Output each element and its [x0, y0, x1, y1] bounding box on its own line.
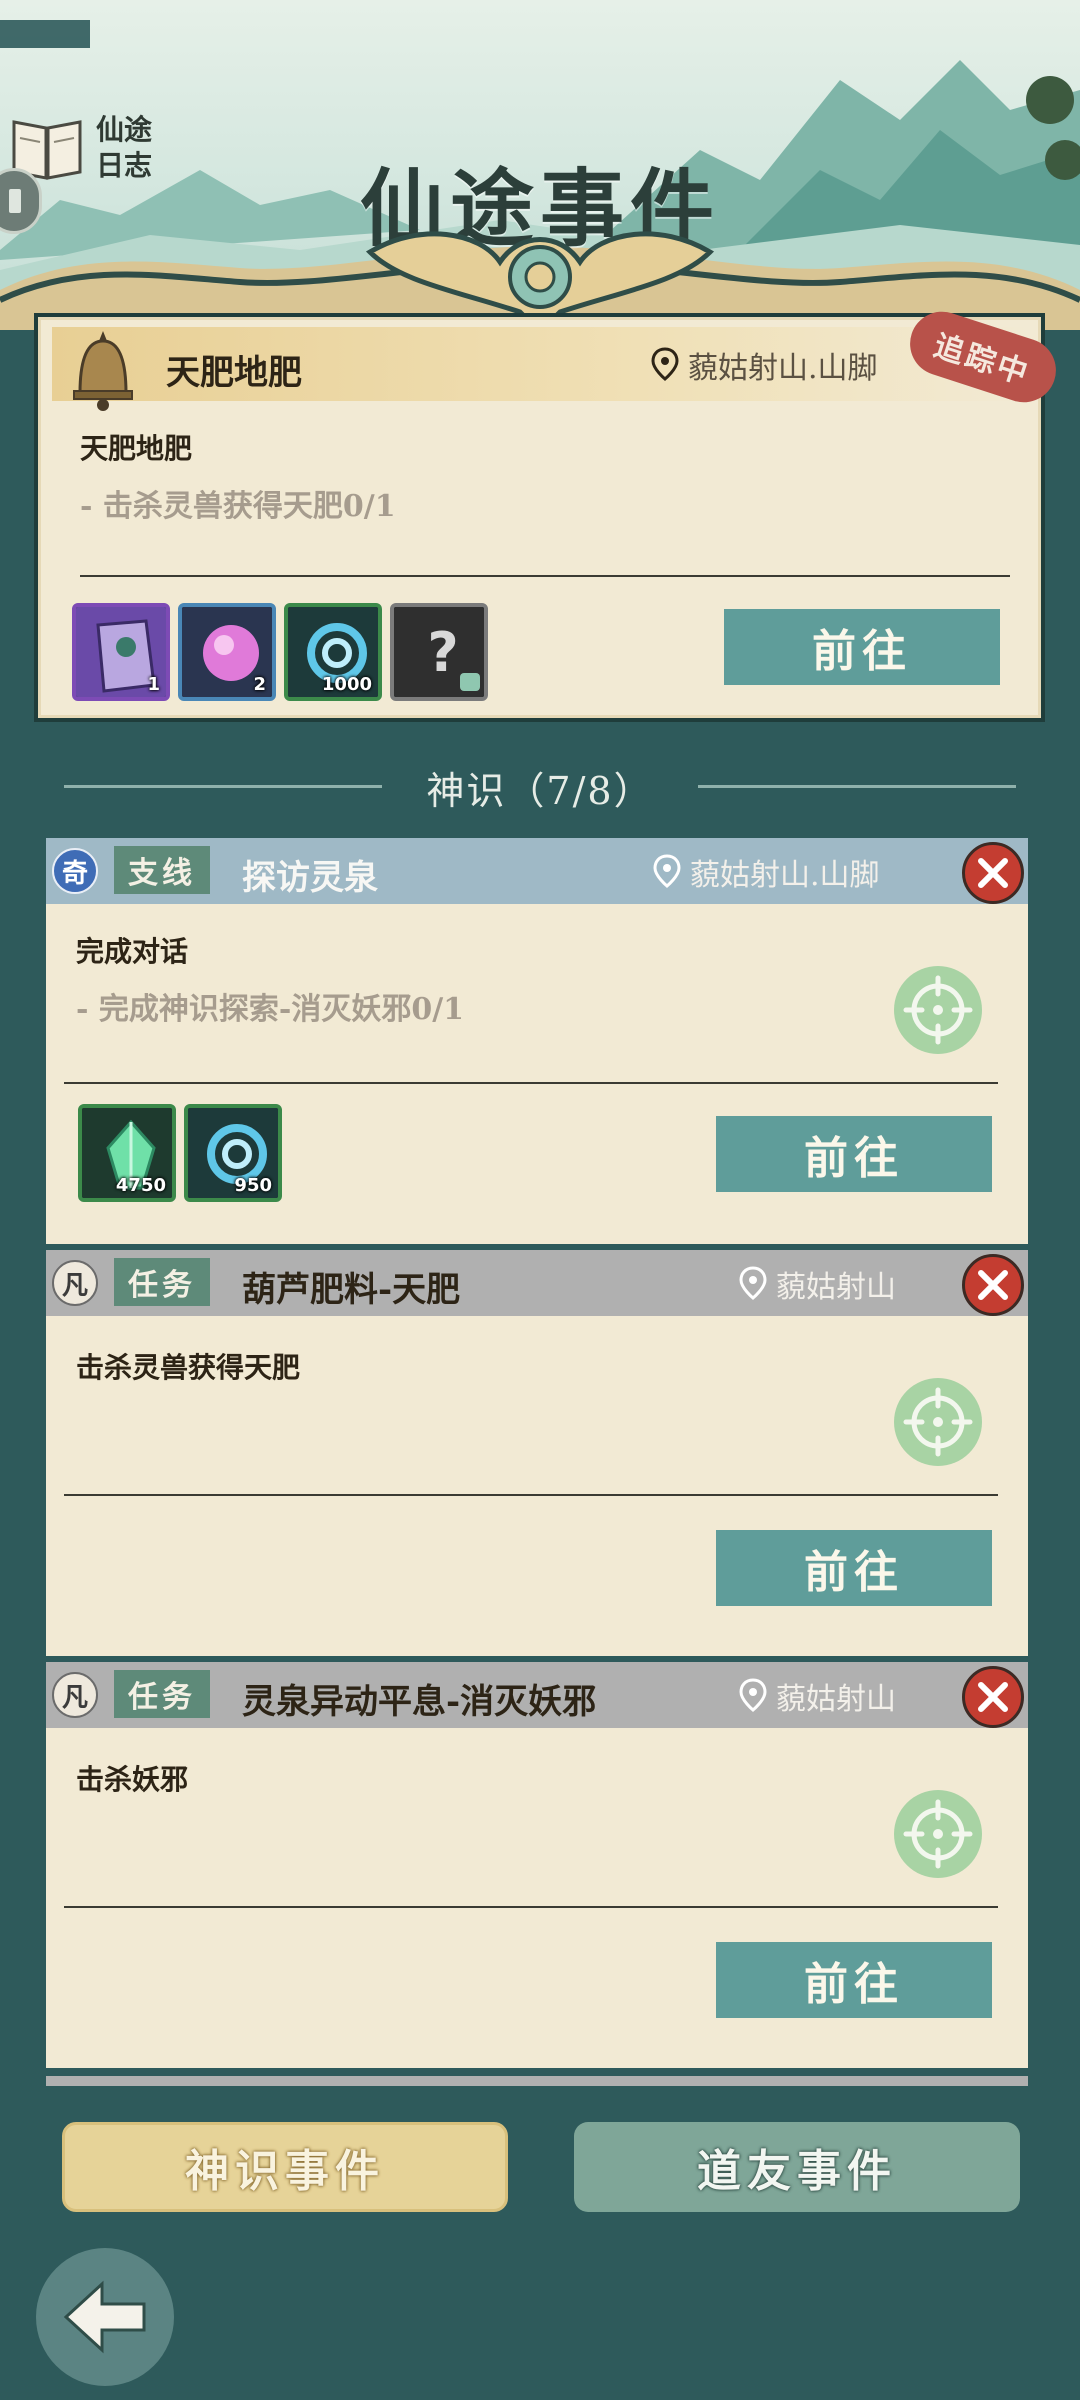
reward-item-purple-book[interactable]: 1 — [72, 603, 170, 701]
tracked-divider — [80, 575, 1010, 577]
rarity-badge: 凡 — [52, 1672, 98, 1718]
svg-text:?: ? — [427, 621, 458, 684]
quest-objective-name: 完成对话 — [76, 935, 189, 968]
rarity-badge: 奇 — [52, 848, 98, 894]
reward-item-blue-swirl[interactable]: 1000 — [284, 603, 382, 701]
track-quest-button[interactable] — [894, 966, 982, 1054]
back-arrow-icon — [63, 2280, 146, 2354]
close-icon — [978, 858, 1008, 888]
quest-title: 葫芦肥料-天肥 — [242, 1270, 461, 1310]
quest-card: 奇 支线 探访灵泉 藐姑射山.山脚 完成对话 - 完成神识探索-消灭妖邪0/1 — [46, 838, 1028, 1244]
quest-title: 探访灵泉 — [242, 858, 378, 898]
quest-title: 灵泉异动平息-消灭妖邪 — [242, 1682, 597, 1722]
quest-objective-name: 击杀灵兽获得天肥 — [76, 1351, 301, 1384]
quest-card: 凡 任务 葫芦肥料-天肥 藐姑射山 击杀灵兽获得天肥 前往 — [46, 1250, 1028, 1656]
close-icon — [978, 1270, 1008, 1300]
quest-location-text: 藐姑射山 — [776, 1682, 896, 1717]
tracked-location-text: 藐姑射山.山脚 — [688, 351, 878, 386]
journal-label-top: 仙途 — [96, 113, 153, 146]
rarity-badge: 凡 — [52, 1260, 98, 1306]
crosshair-icon — [903, 1387, 973, 1457]
quest-location[interactable]: 藐姑射山.山脚 — [652, 850, 880, 894]
crosshair-icon — [903, 1799, 973, 1869]
location-pin-icon — [651, 347, 679, 381]
track-quest-button[interactable] — [894, 1790, 982, 1878]
quest-go-button[interactable]: 前往 — [716, 1116, 992, 1192]
quest-header: 凡 任务 葫芦肥料-天肥 藐姑射山 — [46, 1250, 1028, 1316]
reward-item-pink-orb[interactable]: 2 — [178, 603, 276, 701]
reward-count: 1000 — [321, 674, 372, 695]
tab-fellow-events[interactable]: 道友事件 — [574, 2122, 1020, 2212]
reward-count: 1 — [147, 674, 160, 695]
quest-location-text: 藐姑射山 — [776, 1270, 896, 1305]
pause-icon — [9, 189, 21, 213]
tracked-go-button[interactable]: 前往 — [724, 609, 1000, 685]
tab-divine-sense-events[interactable]: 神识事件 — [62, 2122, 508, 2212]
quest-location[interactable]: 藐姑射山 — [738, 1674, 896, 1718]
abandon-quest-button[interactable] — [962, 842, 1024, 904]
tracked-objective-name: 天肥地肥 — [80, 432, 193, 465]
quest-divider — [64, 1082, 998, 1084]
quest-go-button[interactable]: 前往 — [716, 1530, 992, 1606]
location-pin-icon — [739, 1678, 767, 1712]
reward-count: 4750 — [115, 1175, 166, 1196]
quest-type-tag: 支线 — [114, 846, 210, 894]
quest-card-partial — [46, 2076, 1028, 2086]
section-line-right — [698, 785, 1016, 788]
reward-item-green-crystal[interactable]: 4750 — [78, 1104, 176, 1202]
location-pin-icon — [653, 854, 681, 888]
bell-icon — [73, 331, 133, 411]
tracked-objective-progress: - 击杀灵兽获得天肥0/1 — [80, 489, 396, 524]
tracked-event-location[interactable]: 藐姑射山.山脚 — [650, 343, 878, 387]
quest-header: 凡 任务 灵泉异动平息-消灭妖邪 藐姑射山 — [46, 1662, 1028, 1728]
track-quest-button[interactable] — [894, 1378, 982, 1466]
tracked-event-title: 天肥地肥 — [166, 353, 302, 393]
quest-header: 奇 支线 探访灵泉 藐姑射山.山脚 — [46, 838, 1028, 904]
quest-type-tag: 任务 — [114, 1258, 210, 1306]
quest-type-tag: 任务 — [114, 1670, 210, 1718]
abandon-quest-button[interactable] — [962, 1254, 1024, 1316]
crosshair-icon — [903, 975, 973, 1045]
quest-objective-name: 击杀妖邪 — [76, 1763, 189, 1796]
reward-item-mystery[interactable]: ? — [390, 603, 488, 701]
tracked-event-card: 天肥地肥 藐姑射山.山脚 追踪中 天肥地肥 - 击杀灵兽获得天肥0/1 1 2 — [34, 303, 1065, 722]
journal-label-bottom: 日志 — [96, 149, 153, 182]
quest-location[interactable]: 藐姑射山 — [738, 1262, 896, 1306]
section-heading: 神识（7/8） — [64, 760, 1016, 813]
reward-count: 2 — [253, 674, 266, 695]
back-button[interactable] — [36, 2248, 174, 2386]
abandon-quest-button[interactable] — [962, 1666, 1024, 1728]
reward-count: 950 — [234, 1175, 272, 1196]
quest-go-button[interactable]: 前往 — [716, 1942, 992, 2018]
close-icon — [978, 1682, 1008, 1712]
mystery-question-icon: ? — [394, 607, 484, 697]
quest-divider — [64, 1906, 998, 1908]
reward-item-blue-swirl[interactable]: 950 — [184, 1104, 282, 1202]
quest-divider — [64, 1494, 998, 1496]
quest-objective-progress: - 完成神识探索-消灭妖邪0/1 — [76, 992, 465, 1027]
location-pin-icon — [739, 1266, 767, 1300]
quest-card: 凡 任务 灵泉异动平息-消灭妖邪 藐姑射山 击杀妖邪 前往 — [46, 1662, 1028, 2068]
quest-location-text: 藐姑射山.山脚 — [690, 858, 880, 893]
